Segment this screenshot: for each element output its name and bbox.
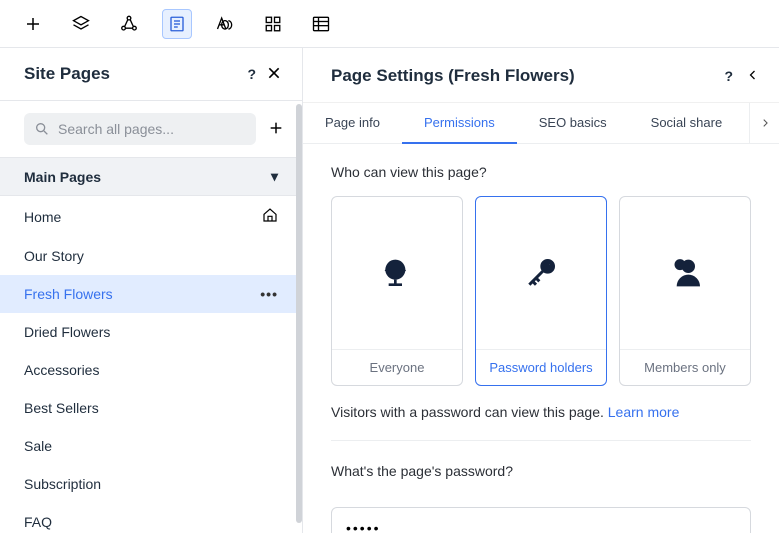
tab[interactable]: Social share	[629, 103, 745, 143]
panel-title: Site Pages	[24, 64, 110, 84]
help-icon[interactable]: ?	[247, 66, 256, 82]
home-icon	[262, 207, 278, 226]
section-main-pages[interactable]: Main Pages ▾	[0, 157, 302, 196]
page-item-label: Dried Flowers	[24, 324, 110, 340]
page-item-label: Home	[24, 209, 61, 225]
add-icon[interactable]	[18, 9, 48, 39]
page-item-label: Our Story	[24, 248, 84, 264]
site-pages-panel: Site Pages ? Main Pages ▾ Home Our Story F…	[0, 48, 303, 533]
option-description: Visitors with a password can view this p…	[331, 404, 751, 441]
table-icon[interactable]	[306, 9, 336, 39]
password-input[interactable]	[331, 507, 751, 533]
apps-icon[interactable]	[258, 9, 288, 39]
page-item[interactable]: Fresh Flowers •••	[0, 275, 302, 313]
page-item[interactable]: Best Sellers	[0, 389, 302, 427]
permission-option[interactable]: Members only	[619, 196, 751, 386]
members-icon	[620, 197, 750, 349]
page-item[interactable]: Subscription	[0, 465, 302, 503]
page-item[interactable]: Sale	[0, 427, 302, 465]
permission-option[interactable]: Everyone	[331, 196, 463, 386]
close-icon[interactable]	[266, 65, 282, 84]
page-item[interactable]: Home	[0, 196, 302, 237]
page-item[interactable]: Our Story	[0, 237, 302, 275]
option-label: Password holders	[476, 349, 606, 385]
page-item[interactable]: Accessories	[0, 351, 302, 389]
page-item-label: Sale	[24, 438, 52, 454]
page-panel-icon[interactable]	[162, 9, 192, 39]
key-icon	[476, 197, 606, 349]
tabs: Page infoPermissionsSEO basicsSocial sha…	[303, 103, 779, 144]
settings-title: Page Settings (Fresh Flowers)	[331, 66, 575, 86]
tab[interactable]: Permissions	[402, 103, 517, 144]
collapse-icon[interactable]	[747, 68, 759, 84]
password-label: What's the page's password?	[331, 463, 751, 479]
page-item-label: Best Sellers	[24, 400, 99, 416]
globe-icon	[332, 197, 462, 349]
help-icon[interactable]: ?	[724, 68, 733, 84]
tab[interactable]: SEO basics	[517, 103, 629, 143]
page-list: Home Our Story Fresh Flowers ••• Dried Flowe…	[0, 196, 302, 533]
page-item-label: FAQ	[24, 514, 52, 530]
permission-option[interactable]: Password holders	[475, 196, 607, 386]
page-settings-panel: Page Settings (Fresh Flowers) ? Page inf…	[303, 48, 779, 533]
learn-more-link[interactable]: Learn more	[608, 404, 680, 420]
search-input[interactable]	[58, 121, 246, 137]
page-item-label: Subscription	[24, 476, 101, 492]
add-page-icon[interactable]	[268, 120, 284, 139]
page-item-label: Fresh Flowers	[24, 286, 113, 302]
option-label: Everyone	[332, 349, 462, 385]
tab[interactable]: Page info	[303, 103, 402, 143]
scrollbar[interactable]	[296, 104, 302, 523]
search-box[interactable]	[24, 113, 256, 145]
section-title: Main Pages	[24, 169, 101, 185]
more-icon[interactable]: •••	[260, 286, 278, 302]
layers-icon[interactable]	[66, 9, 96, 39]
search-icon	[34, 121, 50, 137]
connections-icon[interactable]	[114, 9, 144, 39]
question-label: Who can view this page?	[331, 164, 751, 180]
chevron-down-icon: ▾	[271, 168, 278, 185]
page-item-label: Accessories	[24, 362, 99, 378]
tabs-scroll-right-icon[interactable]	[749, 103, 779, 143]
page-item[interactable]: Dried Flowers	[0, 313, 302, 351]
top-toolbar	[0, 0, 779, 48]
option-label: Members only	[620, 349, 750, 385]
typography-icon[interactable]	[210, 9, 240, 39]
page-item[interactable]: FAQ	[0, 503, 302, 533]
permission-options: Everyone Password holders Members only	[331, 196, 751, 386]
